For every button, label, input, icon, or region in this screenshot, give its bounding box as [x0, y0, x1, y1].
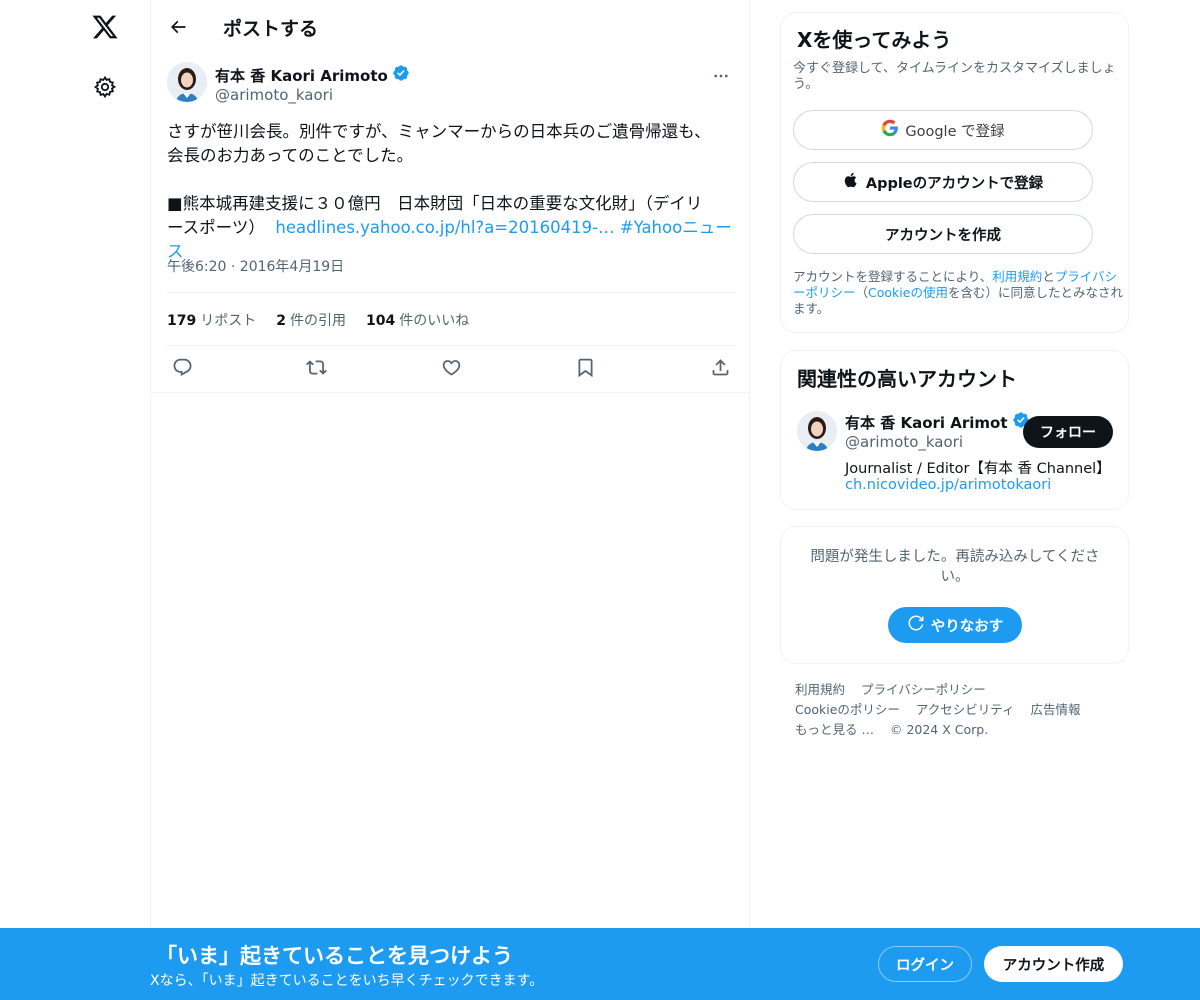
related-account-name-text: 有本 香 Kaori Arimot — [845, 413, 1008, 432]
repost-icon[interactable] — [306, 356, 328, 378]
banner-subtitle: Xなら、「いま」起きていることをいち早くチェックできます。 — [150, 973, 544, 989]
related-account-link[interactable]: ch.nicovideo.jp/arimotokaori — [845, 477, 1051, 493]
login-button[interactable]: ログイン — [878, 946, 972, 982]
terms-link[interactable]: 利用規約 — [992, 269, 1042, 284]
quotes-stat[interactable]: 2 件の引用 — [276, 310, 346, 330]
cookie-link[interactable]: Cookieの使用 — [868, 285, 948, 300]
banner-title: 「いま」起きていることを見つけよう — [156, 944, 513, 968]
likes-stat[interactable]: 104 件のいいね — [366, 310, 469, 330]
gear-icon[interactable] — [90, 72, 120, 102]
author-name-text: 有本 香 Kaori Arimoto — [215, 66, 388, 85]
follow-button[interactable]: フォロー — [1023, 416, 1113, 448]
legal-paren: （ — [855, 285, 869, 300]
bottom-banner: 「いま」起きていることを見つけよう Xなら、「いま」起きていることをいち早くチェ… — [0, 928, 1200, 1000]
more-icon[interactable] — [707, 64, 735, 88]
legal-and: と — [1042, 269, 1055, 284]
reposts-count: 179 — [167, 313, 197, 329]
divider — [167, 292, 735, 293]
left-nav — [0, 0, 150, 1000]
legal-text: アカウントを登録することにより、利用規約とプライバシーポリシー（Cookieの使… — [793, 269, 1123, 317]
tweet-text-line: さすが笹川会長。別件ですが、ミャンマーからの日本兵のご遺骨帰還も、 — [167, 122, 711, 141]
related-account-handle[interactable]: @arimoto_kaori — [845, 433, 963, 451]
retry-button[interactable]: やりなおす — [888, 607, 1022, 643]
likes-count: 104 — [365, 313, 396, 329]
verified-badge-icon — [392, 64, 410, 86]
share-icon[interactable] — [709, 356, 731, 378]
reply-icon[interactable] — [171, 356, 193, 378]
page-title: ポストする — [223, 18, 319, 40]
likes-label: 件のいいね — [399, 313, 470, 329]
avatar[interactable] — [797, 411, 837, 451]
google-icon — [881, 119, 899, 141]
x-logo-icon[interactable] — [88, 10, 122, 44]
create-account-label: アカウントを作成 — [885, 227, 1001, 244]
apple-signup-button[interactable]: Appleのアカウントで登録 — [793, 162, 1093, 202]
tweet-actions — [171, 356, 731, 378]
quotes-label: 件の引用 — [289, 313, 346, 329]
author-name[interactable]: 有本 香 Kaori Arimoto — [215, 64, 410, 86]
related-title: 関連性の高いアカウント — [797, 367, 1017, 391]
related-account-name[interactable]: 有本 香 Kaori Arimot — [845, 411, 1030, 433]
error-message: 問題が発生しました。再読み込みしてください。 — [810, 549, 1100, 585]
footer-privacy-link[interactable]: プライバシーポリシー — [861, 682, 986, 697]
author-handle[interactable]: @arimoto_kaori — [215, 86, 333, 104]
signup-description: 今すぐ登録して、タイムラインをカスタマイズしましょう。 — [793, 61, 1116, 92]
retry-label: やりなおす — [930, 618, 1004, 635]
legal-pre: アカウントを登録することにより、 — [793, 269, 993, 284]
footer-terms-link[interactable]: 利用規約 — [795, 682, 845, 697]
signup-card: Xを使ってみよう 今すぐ登録して、タイムラインをカスタマイズしましょう。 Goo… — [780, 12, 1129, 333]
google-signup-label: Google で登録 — [905, 123, 1005, 140]
error-card: 問題が発生しました。再読み込みしてください。 やりなおす — [780, 526, 1129, 664]
footer-accessibility-link[interactable]: アクセシビリティ — [916, 702, 1015, 717]
bookmark-icon[interactable] — [575, 356, 597, 378]
like-icon[interactable] — [440, 356, 462, 378]
footer-ads-link[interactable]: 広告情報 — [1031, 702, 1081, 717]
main-column: ポストする 有本 香 Kaori Arimoto @arimoto_kaori … — [150, 0, 750, 1000]
back-arrow-icon[interactable] — [163, 12, 193, 42]
divider — [167, 345, 735, 346]
avatar[interactable] — [167, 62, 207, 102]
footer-cookie-link[interactable]: Cookieのポリシー — [795, 702, 900, 717]
refresh-icon — [907, 614, 925, 636]
create-account-button[interactable]: アカウントを作成 — [793, 214, 1093, 254]
footer-more-link[interactable]: もっと見る … — [795, 722, 874, 737]
page-header: ポストする — [151, 0, 749, 54]
tweet-text: さすが笹川会長。別件ですが、ミャンマーからの日本兵のご遺骨帰還も、 会長のお力あ… — [167, 120, 735, 264]
google-signup-button[interactable]: Google で登録 — [793, 110, 1093, 150]
apple-signup-label: Appleのアカウントで登録 — [865, 175, 1044, 192]
reposts-stat[interactable]: 179 リポスト — [167, 310, 256, 330]
footer-links: 利用規約 プライバシーポリシー Cookieのポリシー アクセシビリティ 広告情… — [795, 680, 1125, 740]
tweet-text-line: ■熊本城再建支援に３０億円 日本財団「日本の重要な文化財」（デイリ — [167, 194, 703, 213]
quotes-count: 2 — [276, 313, 286, 329]
apple-icon — [843, 171, 860, 193]
divider — [151, 392, 749, 393]
signup-title: Xを使ってみよう — [797, 28, 952, 52]
signup-button[interactable]: アカウント作成 — [984, 946, 1123, 982]
tweet-stats: 179 リポスト 2 件の引用 104 件のいいね — [167, 310, 469, 330]
tweet-timestamp[interactable]: 午後6:20 · 2016年4月19日 — [167, 256, 344, 276]
tweet-text-line: 会長のお力あってのことでした。 — [167, 146, 414, 165]
tweet-text-line: ースポーツ） — [167, 218, 265, 237]
footer-copyright: © 2024 X Corp. — [889, 722, 989, 737]
related-account-bio: Journalist / Editor【有本 香 Channel】 — [845, 461, 1111, 477]
reposts-label: リポスト — [200, 313, 257, 329]
tweet-link[interactable]: headlines.yahoo.co.jp/hl?a=20160419-… — [275, 218, 614, 237]
related-accounts-card: 関連性の高いアカウント 有本 香 Kaori Arimot @arimoto_k… — [780, 350, 1129, 510]
